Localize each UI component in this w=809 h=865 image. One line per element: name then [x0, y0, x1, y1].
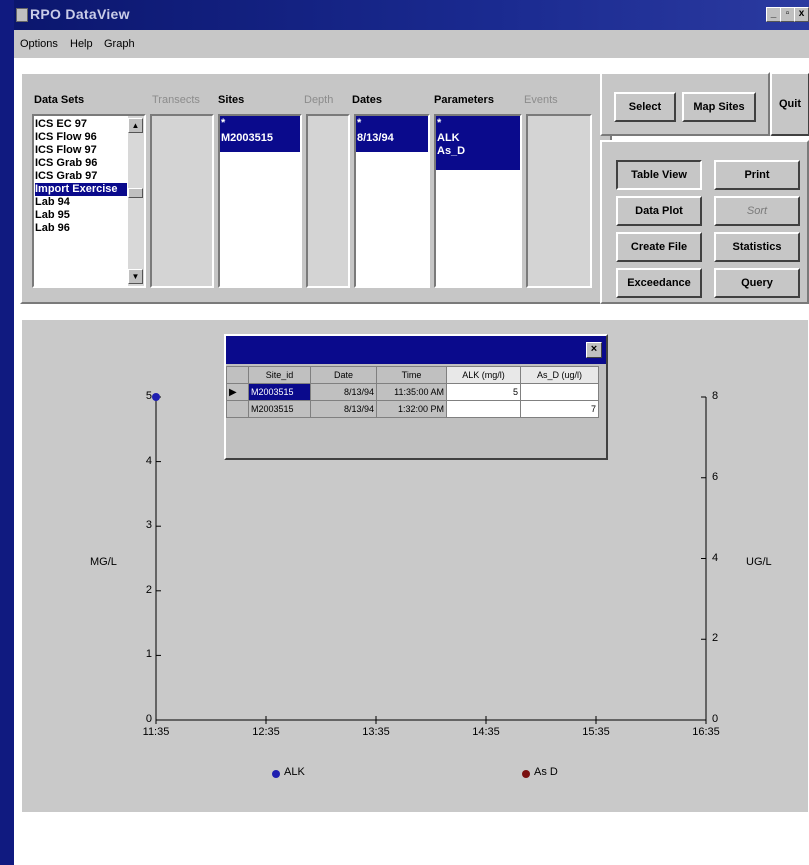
right-tick-label: 4 [712, 551, 719, 564]
current-row-icon: ▶ [226, 383, 249, 401]
x-tick-label: 16:35 [692, 726, 720, 738]
right-axis-label: UG/L [746, 556, 772, 568]
table-view-window: × Site_id Date Time ALK (mg/l) As_D (ug/… [224, 334, 608, 460]
x-tick-label: 15:35 [582, 726, 610, 738]
table-row[interactable]: ▶ M2003515 8/13/94 11:35:00 AM 5 [226, 383, 599, 401]
right-tick-label: 2 [712, 632, 719, 645]
left-tick-label: 1 [145, 648, 152, 661]
close-icon[interactable]: × [586, 342, 602, 358]
grid-cell[interactable]: 7 [520, 400, 599, 418]
right-tick-label: 0 [712, 713, 719, 725]
grid-cell-selected[interactable]: M2003515 [248, 383, 311, 401]
grid-column-header[interactable]: Date [310, 366, 377, 384]
legend-label: As D [534, 766, 558, 778]
data-grid: Site_id Date Time ALK (mg/l) As_D (ug/l)… [226, 366, 599, 418]
left-axis-label: MG/L [90, 556, 117, 568]
grid-column-header[interactable]: As_D (ug/l) [520, 366, 599, 384]
grid-header-row: Site_id Date Time ALK (mg/l) As_D (ug/l) [226, 366, 599, 384]
grid-cell[interactable]: M2003515 [248, 400, 311, 418]
row-selector-header [226, 366, 249, 384]
left-tick-label: 4 [145, 454, 152, 467]
grid-cell[interactable]: 11:35:00 AM [376, 383, 447, 401]
x-tick-label: 13:35 [362, 726, 390, 738]
legend-marker [272, 770, 280, 778]
grid-cell[interactable]: 8/13/94 [310, 400, 377, 418]
grid-column-header[interactable]: ALK (mg/l) [446, 366, 521, 384]
table-view-titlebar: × [226, 336, 606, 364]
grid-cell[interactable]: 1:32:00 PM [376, 400, 447, 418]
grid-cell[interactable]: 5 [446, 383, 521, 401]
x-tick-label: 12:35 [252, 726, 280, 738]
grid-column-header[interactable]: Site_id [248, 366, 311, 384]
row-selector[interactable] [226, 400, 249, 418]
left-tick-label: 0 [145, 713, 152, 725]
left-tick-label: 2 [145, 583, 152, 596]
x-tick-label: 11:35 [142, 726, 170, 738]
grid-cell[interactable] [446, 400, 521, 418]
data-point [152, 393, 160, 401]
right-tick-label: 8 [712, 390, 719, 402]
x-tick-label: 14:35 [472, 726, 500, 738]
grid-column-header[interactable]: Time [376, 366, 447, 384]
table-row[interactable]: M2003515 8/13/94 1:32:00 PM 7 [226, 400, 599, 418]
left-tick-label: 3 [145, 519, 152, 532]
left-tick-label: 5 [145, 390, 152, 402]
right-tick-label: 6 [712, 470, 719, 483]
grid-cell[interactable]: 8/13/94 [310, 383, 377, 401]
grid-cell[interactable] [520, 383, 599, 401]
legend-marker [522, 770, 530, 778]
legend-label: ALK [284, 766, 305, 778]
